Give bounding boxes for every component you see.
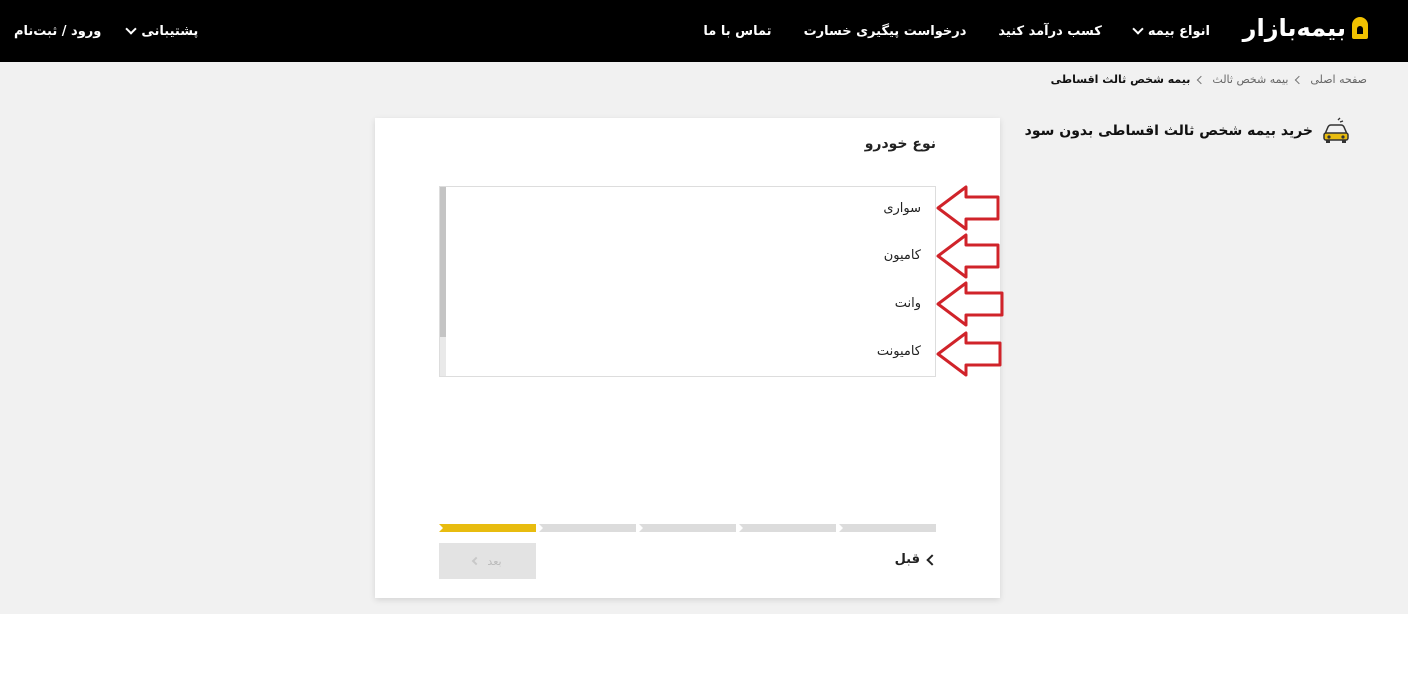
breadcrumb-current: بیمه شخص ثالث اقساطی — [1050, 73, 1191, 86]
nav-contact-us[interactable]: تماس با ما — [703, 24, 771, 39]
option-sedan[interactable]: سواری — [883, 201, 921, 216]
vehicle-type-card: نوع خودرو سواری کامیون وانت کامیونت قبل … — [375, 118, 1000, 598]
nav-insurance-types[interactable]: انواع بیمه — [1132, 23, 1210, 39]
nav-claim-request[interactable]: درخواست پیگیری خسارت — [804, 24, 967, 39]
top-navbar: بیمه‌بازار انواع بیمه کسب درآمد کنید درخ… — [0, 0, 1408, 62]
list-scrollbar[interactable] — [440, 187, 446, 376]
next-label: بعد — [487, 554, 502, 568]
nav-earn-money-label: کسب درآمد کنید — [998, 23, 1102, 39]
arrow-2 — [936, 233, 1000, 279]
user-nav: پشتیبانی ورود / ثبت‌نام — [14, 0, 198, 62]
card-title: نوع خودرو — [864, 136, 936, 152]
login-register-label: ورود / ثبت‌نام — [14, 23, 102, 39]
progress-step-2 — [539, 524, 636, 532]
chevron-left-icon — [1295, 75, 1304, 84]
progress-step-3 — [639, 524, 736, 532]
arrow-4 — [936, 331, 1002, 377]
prev-label: قبل — [894, 552, 920, 567]
chevron-right-icon — [926, 553, 938, 566]
chevron-down-icon — [125, 23, 138, 35]
logo-icon — [1352, 17, 1368, 39]
prev-button[interactable]: قبل — [894, 552, 938, 567]
breadcrumb-section[interactable]: بیمه شخص ثالث — [1212, 73, 1288, 86]
progress-step-5 — [839, 524, 936, 532]
site-logo[interactable]: بیمه‌بازار — [1243, 14, 1368, 42]
option-truck[interactable]: کامیون — [884, 248, 921, 263]
nav-claim-request-label: درخواست پیگیری خسارت — [803, 23, 967, 39]
logo-text: بیمه‌بازار — [1242, 14, 1346, 42]
scrollbar-thumb[interactable] — [440, 187, 446, 337]
page-heading: خرید بیمه شخص ثالث اقساطی بدون سود — [1025, 116, 1351, 146]
chevron-left-icon — [1197, 75, 1206, 84]
nav-insurance-types-label: انواع بیمه — [1147, 23, 1210, 39]
progress-step-4 — [739, 524, 836, 532]
progress-step-1 — [439, 524, 536, 532]
arrow-3 — [936, 281, 1004, 327]
nav-earn-money[interactable]: کسب درآمد کنید — [998, 24, 1101, 39]
annotation-arrows — [936, 185, 1004, 377]
page-title: خرید بیمه شخص ثالث اقساطی بدون سود — [1024, 123, 1313, 139]
chevron-left-icon — [472, 556, 481, 566]
vehicle-type-list[interactable]: سواری کامیون وانت کامیونت — [439, 186, 936, 377]
step-progress — [439, 524, 936, 532]
support-menu[interactable]: پشتیبانی — [125, 23, 199, 39]
main-nav: انواع بیمه کسب درآمد کنید درخواست پیگیری… — [703, 0, 1210, 62]
car-icon — [1323, 117, 1349, 143]
option-light-truck[interactable]: کامیونت — [877, 344, 921, 359]
login-register-link[interactable]: ورود / ثبت‌نام — [14, 24, 101, 39]
next-button[interactable]: بعد — [439, 543, 536, 579]
page-bottom — [0, 614, 1408, 676]
breadcrumb-home[interactable]: صفحه اصلی — [1310, 73, 1367, 86]
support-label: پشتیبانی — [141, 23, 199, 39]
chevron-down-icon — [1132, 23, 1144, 35]
arrow-1 — [936, 185, 1000, 231]
nav-contact-us-label: تماس با ما — [703, 23, 772, 39]
breadcrumb: صفحه اصلی بیمه شخص ثالث بیمه شخص ثالث اق… — [1051, 73, 1367, 86]
option-pickup[interactable]: وانت — [895, 296, 921, 311]
